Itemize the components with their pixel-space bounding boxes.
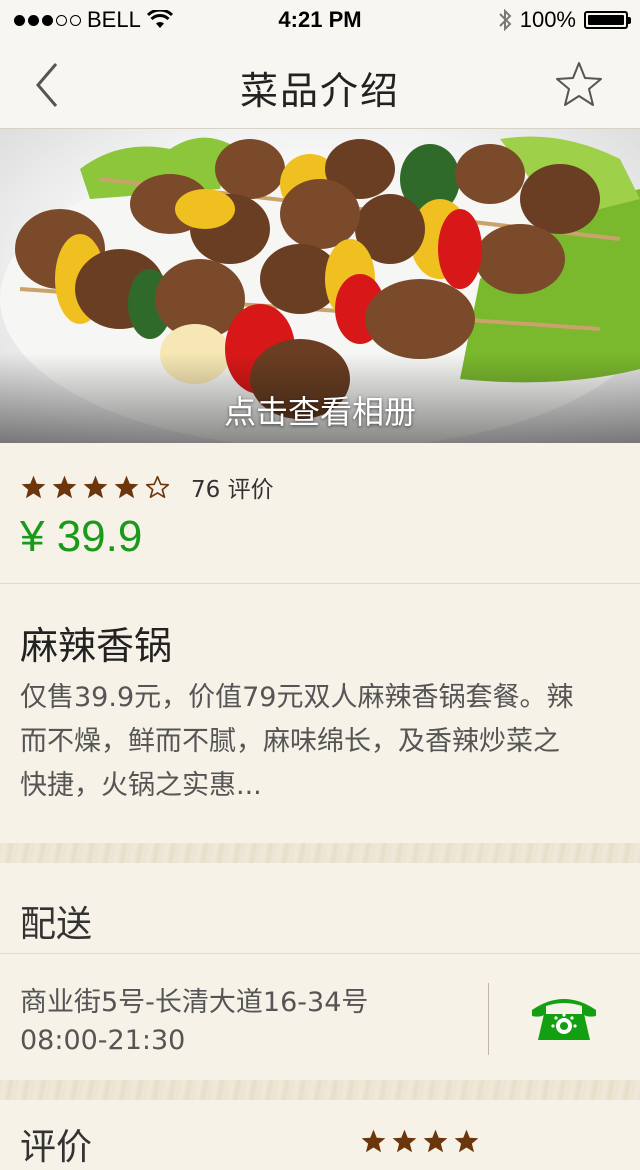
section-separator bbox=[0, 1080, 640, 1100]
view-album-caption[interactable]: 点击查看相册 bbox=[0, 387, 640, 433]
status-bar: BELL 4:21 PM 100% bbox=[0, 0, 640, 40]
vertical-divider bbox=[488, 983, 489, 1055]
battery-percent: 100% bbox=[519, 7, 576, 32]
dish-description: 仅售39.9元，价值79元双人麻辣香锅套餐。辣 而不燥，鲜而不腻，麻味绵长，及香… bbox=[20, 676, 620, 808]
battery-icon bbox=[584, 11, 631, 29]
delivery-title: 配送 bbox=[20, 904, 93, 945]
star-filled-icon bbox=[423, 1129, 448, 1153]
star-empty-icon bbox=[145, 475, 170, 498]
review-stars bbox=[360, 1128, 480, 1155]
divider bbox=[0, 953, 640, 954]
star-filled-icon bbox=[21, 475, 46, 498]
phone-call-icon[interactable] bbox=[528, 992, 600, 1044]
dish-photo[interactable]: 点击查看相册 bbox=[0, 129, 640, 443]
delivery-address[interactable]: 商业街5号-长清大道16-34号 bbox=[20, 980, 368, 1019]
bluetooth-icon bbox=[499, 8, 512, 32]
navigation-bar: 菜品介绍 bbox=[0, 40, 640, 129]
favorite-star-icon[interactable] bbox=[554, 60, 604, 110]
star-filled-icon bbox=[361, 1129, 386, 1153]
star-filled-icon bbox=[454, 1129, 479, 1153]
page-title: 菜品介绍 bbox=[239, 69, 400, 113]
star-filled-icon bbox=[392, 1129, 417, 1153]
divider bbox=[0, 583, 640, 584]
review-title: 评价 bbox=[20, 1127, 93, 1168]
dish-description-line: 快捷，火锅之实惠... bbox=[20, 770, 262, 801]
dish-description-line: 仅售39.9元，价值79元双人麻辣香锅套餐。辣 bbox=[20, 682, 574, 713]
rating-row: 76 评价 bbox=[20, 470, 274, 504]
star-filled-icon bbox=[114, 475, 139, 498]
section-separator bbox=[0, 843, 640, 863]
rating-stars bbox=[20, 474, 171, 501]
delivery-hours: 08:00-21:30 bbox=[20, 1025, 186, 1056]
rating-count[interactable]: 76 评价 bbox=[191, 470, 274, 504]
star-filled-icon bbox=[83, 475, 108, 498]
star-filled-icon bbox=[52, 475, 77, 498]
dish-description-line: 而不燥，鲜而不腻，麻味绵长，及香辣炒菜之 bbox=[20, 726, 560, 757]
price-label: ¥ 39.9 bbox=[20, 512, 143, 561]
status-right: 100% bbox=[498, 7, 631, 33]
dish-name: 麻辣香锅 bbox=[20, 624, 173, 668]
